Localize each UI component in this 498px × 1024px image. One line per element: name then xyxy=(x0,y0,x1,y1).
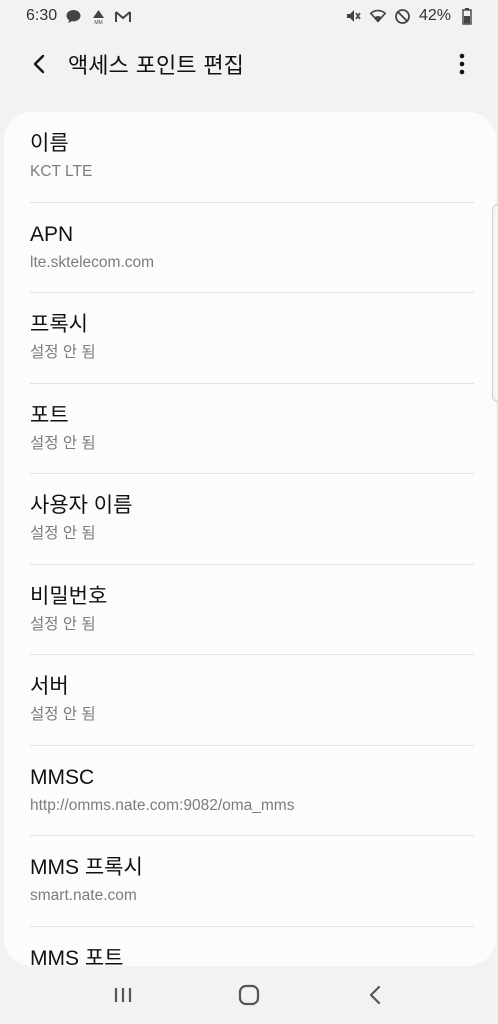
list-item-proxy[interactable]: 프록시 설정 안 됨 xyxy=(4,293,496,384)
item-label: APN xyxy=(30,222,74,246)
item-label: 프록시 xyxy=(30,313,88,336)
item-label: MMS 프록시 xyxy=(30,856,143,879)
list-item-mmsc[interactable]: MMSC http://omms.nate.com:9082/oma_mms xyxy=(4,746,496,836)
list-item-name[interactable]: 이름 KCT LTE xyxy=(4,112,496,203)
item-value: 설정 안 됨 xyxy=(30,434,96,452)
item-label: 비밀번호 xyxy=(30,584,108,608)
recents-icon xyxy=(114,988,132,1002)
item-label: 서버 xyxy=(30,675,69,698)
mute-icon xyxy=(344,7,362,25)
item-label: 사용자 이름 xyxy=(30,494,133,517)
item-label: MMS 포트 xyxy=(30,946,124,967)
status-bar: 6:30 MM 42% xyxy=(0,0,498,32)
page-title: 액세스 포인트 편집 xyxy=(68,54,244,79)
battery-percent: 42% xyxy=(418,7,451,24)
nav-back-button[interactable] xyxy=(355,975,395,1015)
list-item-mms-port[interactable]: MMS 포트 xyxy=(4,927,496,967)
list-item-port[interactable]: 포트 설정 안 됨 xyxy=(4,384,496,474)
wifi-icon xyxy=(369,7,387,25)
list-item-password[interactable]: 비밀번호 설정 안 됨 xyxy=(4,565,496,655)
svg-text:MM: MM xyxy=(94,20,102,25)
scroll-indicator[interactable] xyxy=(492,204,498,402)
item-value: lte.sktelecom.com xyxy=(30,253,155,271)
item-label: 이름 xyxy=(30,132,69,155)
item-value: smart.nate.com xyxy=(30,887,137,904)
back-button[interactable] xyxy=(22,46,58,82)
back-icon xyxy=(369,985,381,1005)
item-value: 설정 안 됨 xyxy=(30,525,96,542)
recents-button[interactable] xyxy=(103,975,143,1015)
list-item-apn[interactable]: APN lte.sktelecom.com xyxy=(4,203,496,293)
item-value: 설정 안 됨 xyxy=(30,615,96,633)
list-item-username[interactable]: 사용자 이름 설정 안 됨 xyxy=(4,474,496,565)
item-value: KCT LTE xyxy=(30,163,93,180)
home-button[interactable] xyxy=(229,975,269,1015)
item-label: MMSC xyxy=(30,765,95,789)
chevron-left-icon xyxy=(33,54,45,74)
item-label: 포트 xyxy=(30,403,69,427)
item-value: 설정 안 됨 xyxy=(30,344,96,361)
gmail-icon xyxy=(114,7,132,25)
home-icon xyxy=(238,984,260,1006)
warning-mm-icon: MM xyxy=(89,7,107,25)
status-left: 6:30 MM xyxy=(26,7,132,25)
app-bar: 액세스 포인트 편집 xyxy=(0,32,498,96)
more-vertical-icon xyxy=(459,53,465,75)
chat-bubble-icon xyxy=(64,7,82,25)
status-right: 42% xyxy=(344,7,476,25)
more-options-button[interactable] xyxy=(450,46,474,82)
battery-icon xyxy=(458,7,476,25)
item-value: http://omms.nate.com:9082/oma_mms xyxy=(30,796,295,814)
list-item-server[interactable]: 서버 설정 안 됨 xyxy=(4,655,496,746)
list-item-mms-proxy[interactable]: MMS 프록시 smart.nate.com xyxy=(4,836,496,927)
settings-list: 이름 KCT LTE APN lte.sktelecom.com 프록시 설정 … xyxy=(4,112,496,966)
status-time: 6:30 xyxy=(26,7,58,24)
block-icon xyxy=(394,7,412,25)
navigation-bar xyxy=(0,966,498,1024)
item-value: 설정 안 됨 xyxy=(30,706,96,723)
